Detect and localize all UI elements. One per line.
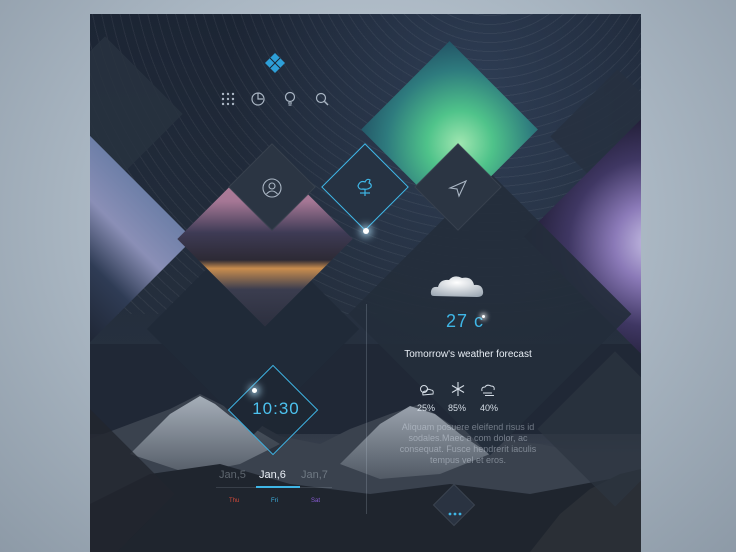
- forecast-title: Tomorrow's weather forecast: [404, 349, 532, 360]
- vertical-divider: [366, 304, 367, 514]
- clock-glow-dot: [252, 388, 257, 393]
- date-scrollbar-thumb[interactable]: [256, 486, 300, 488]
- day-thu: Thu: [229, 498, 240, 504]
- partly-sunny-icon: [417, 382, 435, 398]
- date-current[interactable]: Jan,6: [259, 469, 286, 481]
- weather-description: Aliquam posuere eleifend risus id sodale…: [399, 422, 537, 465]
- logo: [265, 53, 285, 73]
- clock-chart-icon[interactable]: [250, 91, 266, 107]
- stat-1: 25%: [417, 403, 436, 413]
- profile-icon: [259, 175, 285, 201]
- day-sat: Sat: [311, 498, 321, 504]
- date-next[interactable]: Jan,7: [301, 469, 328, 481]
- apps-grid-icon[interactable]: [220, 91, 236, 107]
- temp-glow-dot: [482, 315, 485, 318]
- glow-dot: [363, 228, 369, 234]
- windy-cloud-icon: [479, 382, 497, 398]
- snowflake-icon: [450, 381, 466, 397]
- date-prev[interactable]: Jan,5: [219, 469, 246, 481]
- weathervane-icon: [352, 174, 378, 200]
- search-icon[interactable]: [314, 91, 330, 107]
- cloud-icon: [428, 272, 488, 302]
- send-icon: [445, 175, 471, 201]
- clock-time: 10:30: [252, 399, 300, 418]
- stat-3: 40%: [480, 403, 499, 413]
- temperature: 27 c: [445, 311, 485, 331]
- dashboard-panel: 27 c Tomorrow's weather forecast 25% 85%…: [90, 14, 641, 552]
- lightbulb-icon[interactable]: [282, 91, 298, 107]
- more-dots-icon: [448, 503, 462, 516]
- day-fri: Fri: [271, 498, 278, 504]
- stat-2: 85%: [448, 403, 467, 413]
